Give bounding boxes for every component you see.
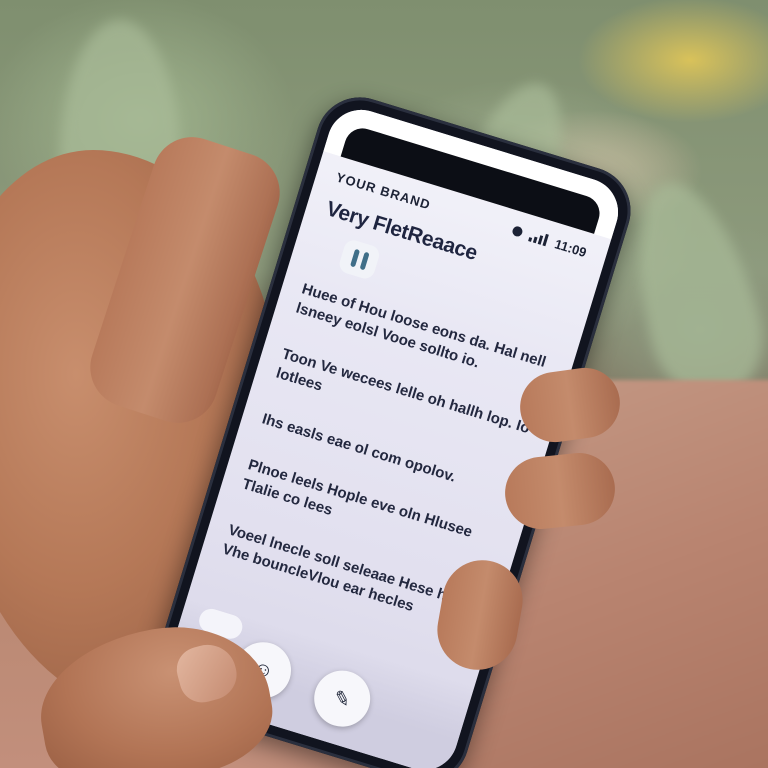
app-logo-icon — [337, 237, 382, 281]
photo-scene: YOUR BRAND 11:09 Very FletReaace Huee of… — [0, 0, 768, 768]
signal-icon — [528, 230, 550, 247]
camera-dot-icon — [511, 225, 525, 238]
status-time: 11:09 — [552, 235, 589, 260]
